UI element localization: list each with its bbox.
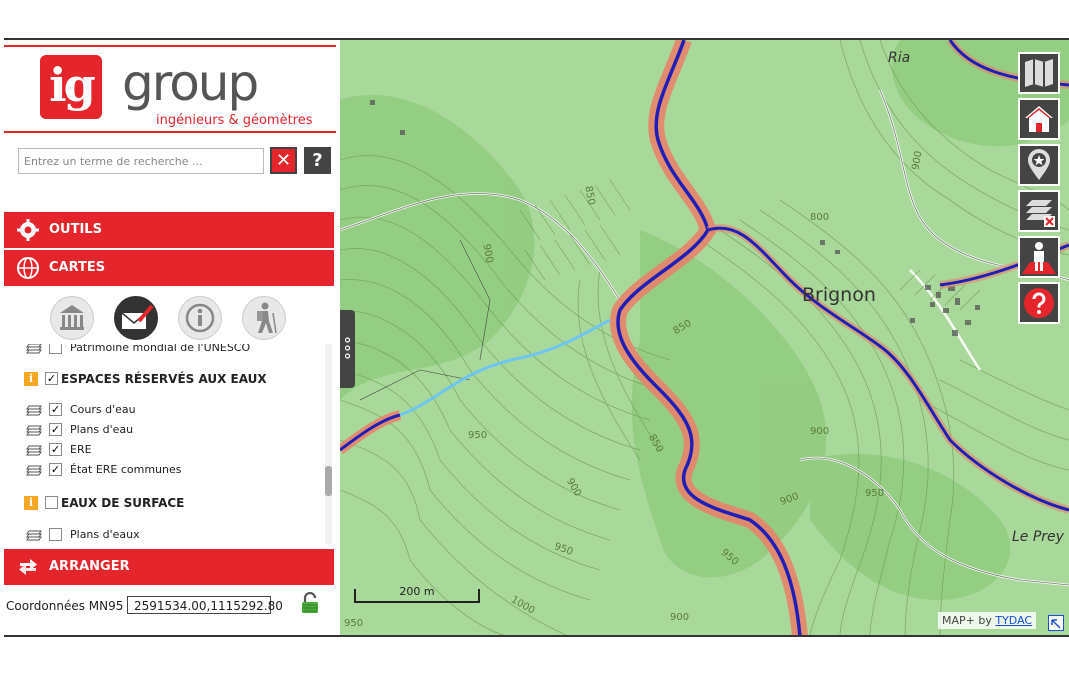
- map-help-button[interactable]: [1018, 282, 1060, 324]
- place-label-ria: Ria: [888, 50, 911, 66]
- map-view[interactable]: Brignon Ria Le Prey 900 850 900 850 900 …: [340, 40, 1069, 635]
- arrow-up-left-icon: [1051, 619, 1061, 629]
- map-toggle-button[interactable]: [1018, 52, 1060, 94]
- scale-label: 200 m: [399, 585, 435, 598]
- hiker-icon[interactable]: [242, 296, 286, 340]
- layers-icon: [26, 465, 42, 476]
- logo: ig group ingénieurs & géomètres: [4, 45, 336, 133]
- favorite-location-button[interactable]: [1018, 144, 1060, 186]
- app-window: ig group ingénieurs & géomètres ✕ ? OUTI…: [4, 38, 1069, 637]
- lock-icon[interactable]: [300, 592, 320, 614]
- group-label: EAUX DE SURFACE: [61, 496, 185, 510]
- person-icon: [1022, 242, 1056, 274]
- place-label-le-prey: Le Prey: [1012, 529, 1064, 545]
- attribution-link[interactable]: TYDAC: [995, 614, 1032, 627]
- section-arranger[interactable]: ARRANGER: [4, 549, 334, 586]
- layer-scrollbar[interactable]: [325, 344, 332, 544]
- attribution-prefix: MAP+ by: [942, 614, 992, 627]
- category-icons: [4, 292, 334, 344]
- layers-icon: [26, 445, 42, 456]
- layers-icon: [26, 425, 42, 436]
- group-label: ESPACES RÉSERVÉS AUX EAUX: [61, 372, 267, 386]
- logo-name: group: [122, 54, 259, 112]
- layer-label: ERE: [70, 443, 92, 456]
- info-icon[interactable]: i: [24, 496, 38, 510]
- street-view-button[interactable]: [1018, 236, 1060, 278]
- remove-layers-button[interactable]: [1018, 190, 1060, 232]
- layers-icon: [26, 530, 42, 541]
- layers-icon: [26, 405, 42, 416]
- layer-label: État ERE communes: [70, 463, 182, 476]
- layer-checkbox[interactable]: [49, 528, 62, 541]
- home-icon: [1025, 106, 1053, 132]
- group-checkbox[interactable]: ✓: [45, 372, 58, 385]
- contour-label: 900: [810, 426, 830, 437]
- map-attribution: MAP+ by TYDAC: [938, 612, 1037, 629]
- contour-label: 950: [865, 488, 885, 499]
- marker-star-icon: [1028, 149, 1050, 180]
- layer-label: Cours d'eau: [70, 403, 136, 416]
- drag-dots-icon: [344, 337, 351, 359]
- help-icon: [1024, 288, 1054, 318]
- section-cartes[interactable]: CARTES: [4, 250, 334, 287]
- layer-label: Patrimoine mondial de l'UNESCO: [70, 344, 251, 354]
- scale-bar: 200 m: [354, 585, 480, 603]
- clear-search-button[interactable]: ✕: [270, 147, 297, 174]
- section-outils[interactable]: OUTILS: [4, 212, 334, 249]
- home-button[interactable]: [1018, 98, 1060, 140]
- contour-label: 950: [344, 618, 364, 629]
- info-icon[interactable]: i: [24, 372, 38, 386]
- contour-label: 900: [670, 612, 690, 623]
- group-checkbox[interactable]: [45, 496, 58, 509]
- search-input[interactable]: [18, 148, 264, 174]
- sidebar: ig group ingénieurs & géomètres ✕ ? OUTI…: [4, 40, 336, 635]
- logo-mark: ig: [40, 55, 102, 119]
- expand-button[interactable]: [1048, 615, 1064, 631]
- layers-remove-icon: [1026, 200, 1055, 227]
- gear-icon: [17, 219, 39, 241]
- question-icon: ?: [312, 150, 323, 171]
- contour-label: 950: [468, 430, 488, 441]
- layer-list: Patrimoine mondial de l'UNESCO i ✓ ESPAC…: [4, 344, 334, 544]
- layer-checkbox[interactable]: ✓: [49, 423, 62, 436]
- contour-label: 800: [810, 212, 830, 223]
- section-arranger-label: ARRANGER: [49, 559, 130, 574]
- map-terrain: [340, 40, 1069, 635]
- coordinate-value: 2591534.00,1115292.80: [127, 596, 283, 614]
- globe-icon: [17, 257, 39, 279]
- swap-arrows-icon: [19, 559, 37, 575]
- layers-icon: [26, 344, 42, 354]
- layer-checkbox[interactable]: ✓: [49, 443, 62, 456]
- logo-tagline: ingénieurs & géomètres: [156, 113, 313, 128]
- search-help-button[interactable]: ?: [304, 147, 331, 174]
- layer-checkbox[interactable]: ✓: [49, 463, 62, 476]
- scrollbar-thumb[interactable]: [325, 466, 332, 496]
- place-label-brignon: Brignon: [802, 284, 876, 306]
- layer-checkbox[interactable]: [49, 344, 62, 354]
- envelope-pen-icon[interactable]: [114, 296, 158, 340]
- coordinate-label: Coordonnées MN95: [6, 599, 124, 613]
- layer-label: Plans d'eau: [70, 423, 134, 436]
- layer-checkbox[interactable]: ✓: [49, 403, 62, 416]
- section-cartes-label: CARTES: [49, 260, 106, 275]
- layer-label: Plans d'eaux: [70, 528, 140, 541]
- map-toggle-icon: [1025, 59, 1053, 87]
- info-icon[interactable]: [178, 296, 222, 340]
- close-icon: ✕: [275, 150, 292, 171]
- building-icon[interactable]: [50, 296, 94, 340]
- section-outils-label: OUTILS: [49, 222, 102, 237]
- sidebar-collapse-handle[interactable]: [340, 310, 355, 388]
